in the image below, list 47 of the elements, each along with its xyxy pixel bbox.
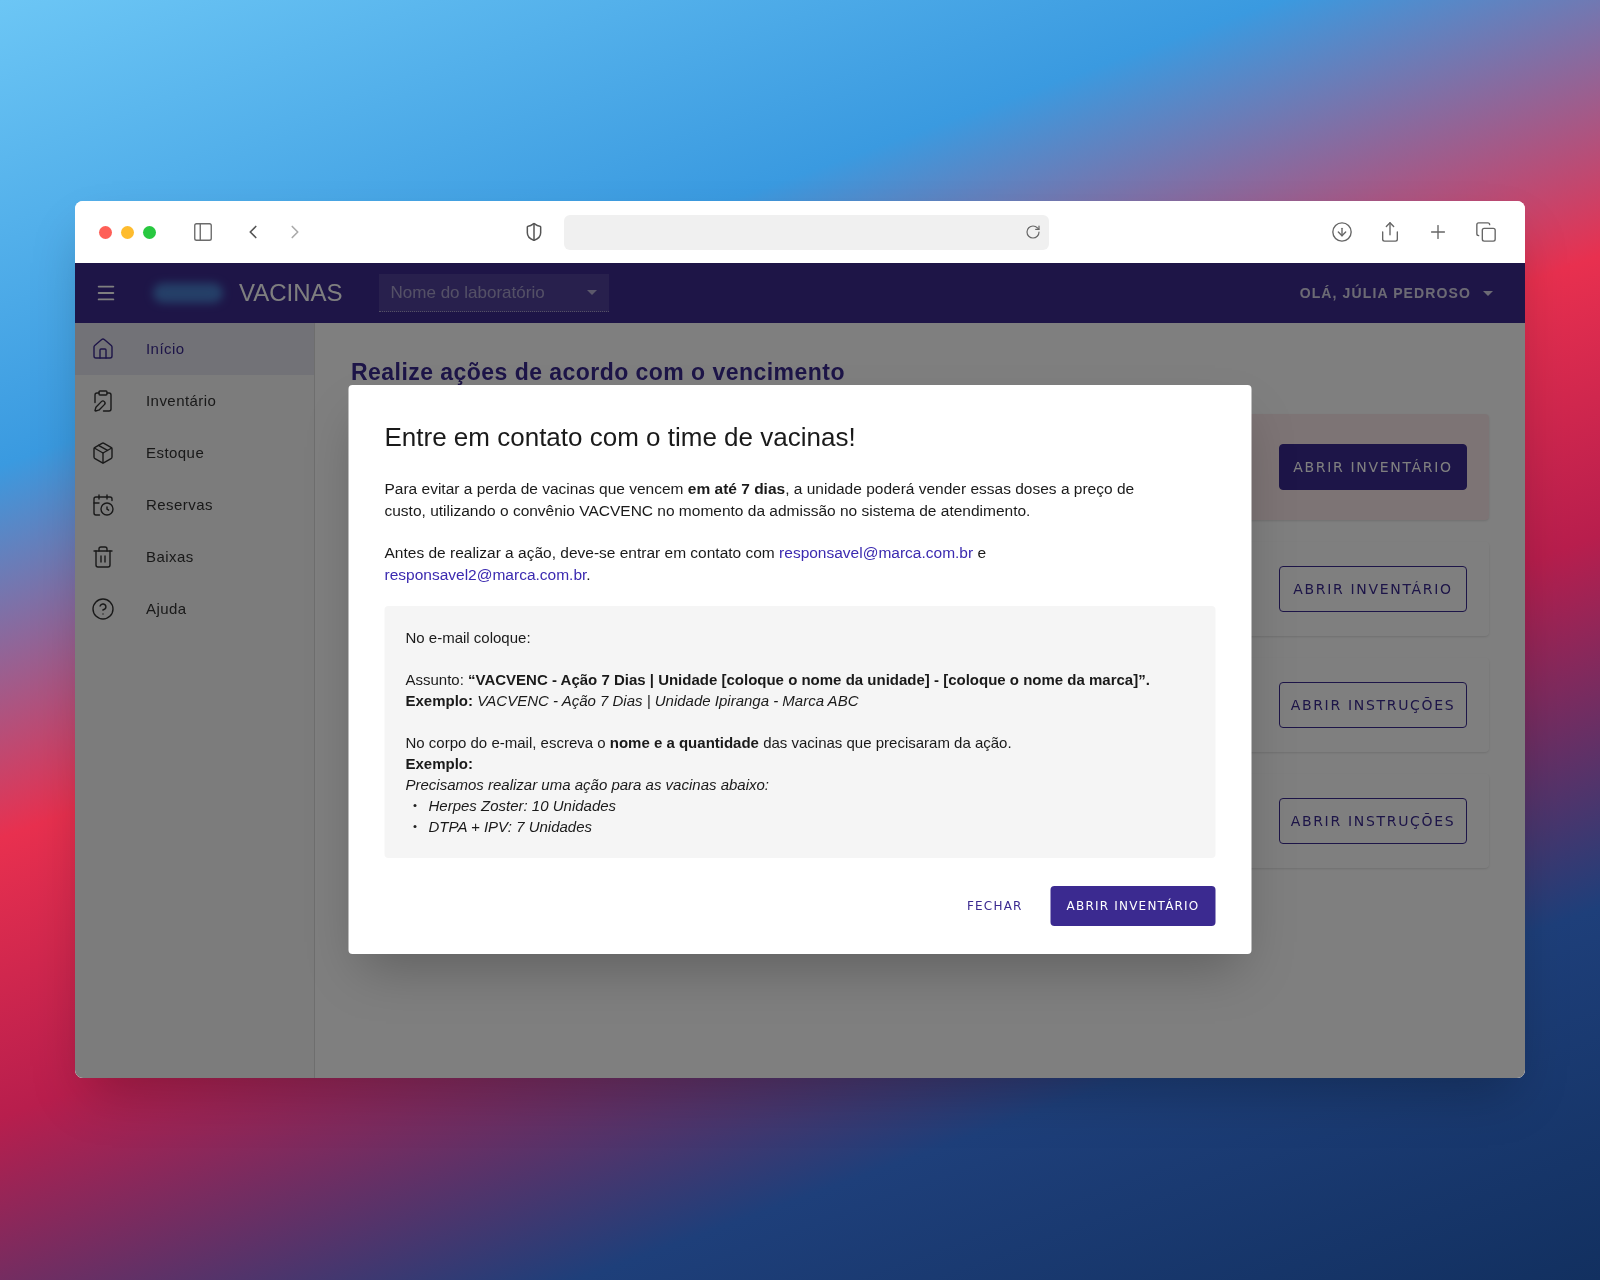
user-menu[interactable]: OLÁ, JÚLIA PEDROSO [1299, 282, 1505, 304]
note-text: No e-mail coloque: [405, 627, 532, 648]
sidebar-item[interactable]: Reservas [75, 479, 314, 531]
sidebar-item[interactable]: Ajuda [75, 583, 314, 635]
email-link[interactable]: responsavel2@marca.com.br [384, 565, 587, 583]
note-bullet-text: DTPA + IPV: 7 Unidades [428, 816, 593, 837]
dialog-paragraph: Antes de realizar a ação, deve-se entrar em contato com responsavel@marca.com.br e responsavel2@marca.com.br. [384, 542, 988, 585]
note-text: Exemplo: VACVENC - Ação 7 Dias | Unidade Ipiranga - Marca ABC [405, 690, 860, 711]
calendar-clock-icon [91, 493, 115, 517]
shield-icon[interactable] [524, 222, 544, 242]
sidebar-toggle-icon[interactable] [192, 221, 214, 243]
page-action-button[interactable]: ABRIR INSTRUÇÕES [1279, 682, 1467, 728]
page-action-button[interactable]: ABRIR INSTRUÇÕES [1279, 798, 1467, 844]
bin-icon [91, 545, 115, 569]
close-window-icon[interactable] [99, 225, 112, 239]
caret-icon [1483, 290, 1493, 296]
sidebar-item[interactable]: Estoque [75, 427, 314, 479]
reload-icon[interactable] [1025, 224, 1041, 240]
sidebar-item[interactable]: Início [75, 323, 314, 375]
bullet-icon [413, 824, 417, 828]
note-text: No corpo do e-mail, escreva o nome e a quantidade das vacinas que precisaram da ação. [405, 732, 1013, 753]
tabs-overview-icon[interactable] [1475, 221, 1497, 243]
clipboard-pen-icon [91, 389, 115, 413]
home-icon [91, 337, 115, 361]
page-action-button[interactable]: ABRIR INVENTÁRIO [1279, 444, 1467, 490]
caret-icon [586, 290, 597, 295]
download-icon[interactable] [1331, 221, 1353, 243]
share-icon[interactable] [1379, 221, 1401, 243]
close-button[interactable]: FECHAR [954, 885, 1035, 926]
note-text: Precisamos realizar uma ação para as vacinas abaixo: [405, 774, 770, 795]
bullet-icon [413, 803, 417, 807]
address-field[interactable] [564, 214, 1049, 250]
open-inventory-button[interactable]: ABRIR INVENTÁRIO [1050, 885, 1216, 926]
sidebar-item[interactable]: Inventário [75, 375, 314, 427]
dialog-paragraph: Para evitar a perda de vacinas que vencem em até 7 dias, a unidade poderá vender essas doses a preço de custo, utilizando o convênio VACVENC no momento da admissão no sistema de atendimento. [384, 478, 1136, 521]
note-bullet-text: Herpes Zoster: 10 Unidades [428, 795, 617, 816]
brand-name: VACINAS [239, 278, 343, 308]
box-icon [91, 441, 115, 465]
logo-drawing [153, 283, 223, 303]
help-icon [91, 597, 115, 621]
note-text: Assunto: “VACVENC - Ação 7 Dias | Unidade [coloque o nome da unidade] - [coloque o nome da marca]”. [405, 669, 1151, 690]
sidebar-item[interactable]: Baixas [75, 531, 314, 583]
email-link[interactable]: responsavel@marca.com.br [779, 543, 974, 561]
page-action-button[interactable]: ABRIR INVENTÁRIO [1279, 566, 1467, 612]
dialog-title: Entre em contato com o time de vacinas! [384, 421, 857, 454]
page-title: Realize ações de acordo com o vencimento [351, 361, 846, 384]
note-text: Exemplo: [405, 753, 474, 774]
